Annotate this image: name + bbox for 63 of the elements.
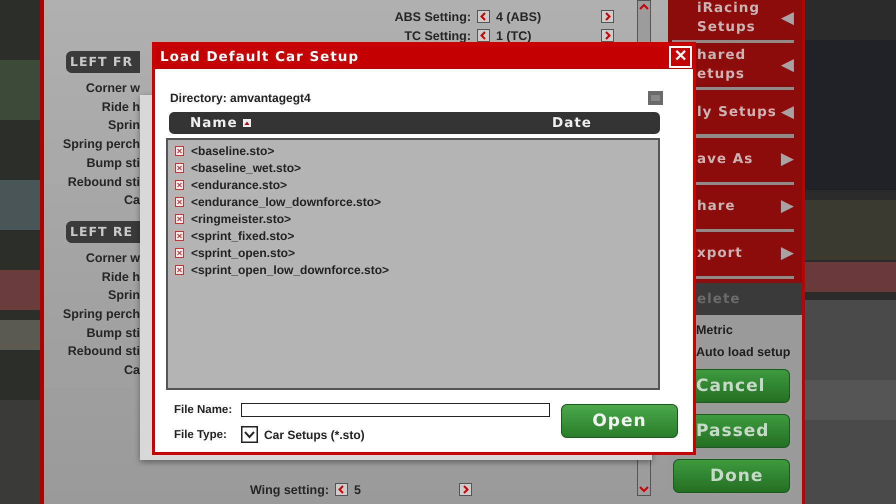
setting-value: 5 — [354, 482, 362, 496]
setting-label: Corner w — [84, 80, 140, 97]
file-name[interactable]: <sprint_open_low_downforce.sto> — [191, 263, 390, 278]
file-icon — [175, 248, 184, 258]
open-button[interactable]: Open — [561, 404, 678, 438]
field-label: File Name: — [174, 404, 234, 416]
close-button[interactable]: ✕ — [669, 46, 692, 68]
directory-label: Directory: amvantagegt4 — [170, 91, 311, 105]
file-icon — [175, 196, 184, 207]
setting-label: Corner w — [84, 250, 140, 267]
file-name[interactable]: <baseline_wet.sto> — [191, 160, 302, 175]
field-label: File Type: — [174, 428, 228, 440]
setting-value: 1 (TC) — [496, 28, 532, 42]
file-name-field[interactable] — [241, 402, 550, 416]
file-icon — [175, 162, 184, 173]
setting-label: Rebound sti — [66, 343, 140, 360]
file-name[interactable]: <endurance_low_downforce.sto> — [191, 194, 382, 209]
setting-label: TC Setting: — [403, 28, 471, 42]
file-icon — [175, 146, 184, 156]
setting-label: Ca — [123, 192, 140, 210]
column-header[interactable]: Name — [190, 115, 552, 131]
file-name[interactable]: <baseline.sto> — [191, 144, 274, 158]
file-icon — [175, 180, 184, 190]
setting-label: Spring perch — [62, 136, 140, 154]
file-name[interactable]: <ringmeister.sto> — [191, 212, 292, 226]
section-heading: LEFT FR — [66, 51, 140, 73]
section-heading: LEFT RE — [66, 220, 140, 243]
triangle-icon: ◀ — [780, 102, 794, 122]
setting-label: Ca — [123, 362, 140, 380]
setting-label: Bump sti — [86, 324, 140, 342]
triangle-icon: ▶ — [780, 150, 794, 170]
setting-label: Ride h — [100, 98, 140, 116]
setting-label: ABS Setting: — [394, 10, 471, 24]
setting-label: Sprin — [107, 287, 140, 304]
file-name[interactable]: <sprint_open.sto> — [191, 246, 296, 260]
setting-label: Spring perch — [62, 306, 140, 324]
file-name[interactable]: <sprint_fixed.sto> — [191, 229, 294, 244]
increase-button[interactable] — [459, 483, 472, 496]
increase-button[interactable] — [601, 10, 614, 23]
file-icon — [175, 214, 184, 224]
file-icon — [175, 231, 184, 242]
decrease-button[interactable] — [477, 10, 490, 23]
decrease-button[interactable] — [335, 483, 348, 496]
decrease-button[interactable] — [477, 29, 490, 42]
increase-button[interactable] — [601, 29, 614, 42]
triangle-icon: ▶ — [780, 244, 794, 264]
setting-value: 4 (ABS) — [496, 10, 542, 24]
triangle-icon: ◀ — [780, 8, 794, 28]
setting-label: Bump sti — [86, 154, 140, 172]
dialog-title: Load Default Car Setup — [160, 49, 360, 65]
caret-icon[interactable] — [241, 426, 258, 443]
sidebar-item[interactable]: iRacing Setups ◀ — [668, 0, 802, 36]
setting-label: Rebound sti — [66, 174, 140, 191]
setting-label: Wing setting: — [248, 482, 329, 496]
sort-icon — [242, 119, 251, 127]
setting-label: Sprin — [107, 117, 140, 134]
file-type-value[interactable]: Car Setups (*.sto) — [264, 428, 365, 442]
file-name[interactable]: <endurance.sto> — [191, 178, 288, 192]
triangle-icon: ▶ — [780, 197, 794, 216]
file-icon — [175, 265, 184, 276]
column-header[interactable]: Date — [552, 115, 632, 131]
setting-label: Ride h — [100, 268, 140, 286]
triangle-icon: ◀ — [780, 56, 794, 75]
